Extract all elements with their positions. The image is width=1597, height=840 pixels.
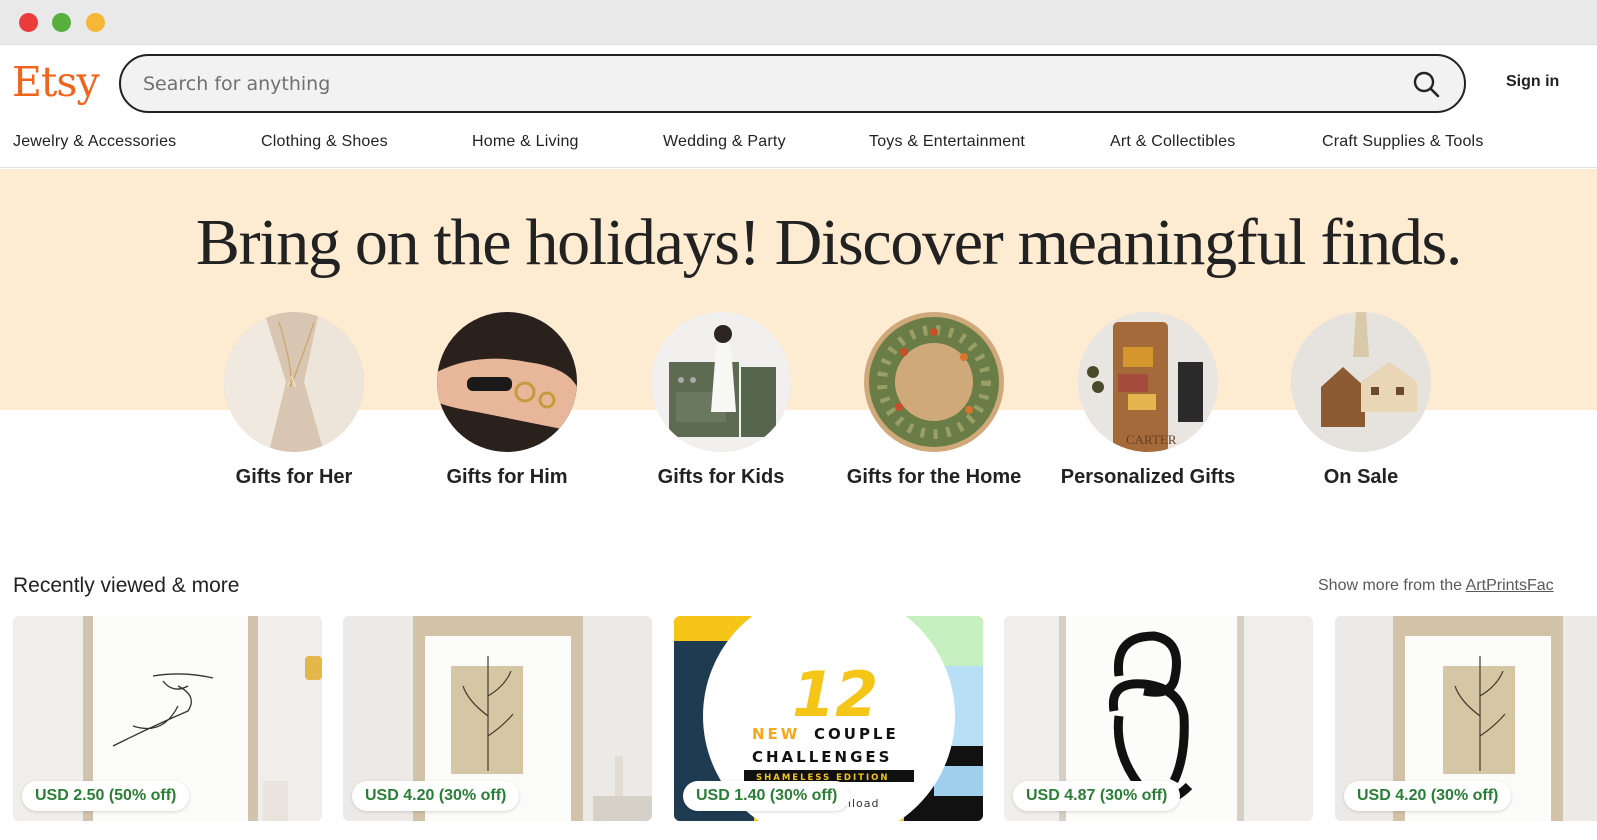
window-close-button[interactable] [19, 13, 38, 32]
badge-number: 12 [792, 658, 878, 731]
search-input[interactable] [143, 70, 1373, 98]
sign-in-link[interactable]: Sign in [1506, 73, 1559, 91]
window-titlebar [0, 0, 1597, 45]
listing-card[interactable]: USD 4.20 (30% off) [343, 616, 652, 821]
svg-text:A: A [286, 374, 298, 391]
price-badge: USD 1.40 (30% off) [683, 781, 851, 811]
hero-title: Bring on the holidays! Discover meaningf… [195, 206, 1463, 279]
window-maximize-button[interactable] [52, 13, 71, 32]
gifts-for-kids-image[interactable] [651, 312, 791, 452]
nav-item-toys[interactable]: Toys & Entertainment [869, 133, 1025, 151]
shop-link[interactable]: ArtPrintsFac [1466, 577, 1554, 594]
gifts-for-her-image[interactable]: A [224, 312, 364, 452]
listing-card[interactable]: USD 4.87 (30% off) [1004, 616, 1313, 821]
search-icon[interactable] [1412, 70, 1442, 100]
search-bar [119, 54, 1466, 113]
nav-item-wedding[interactable]: Wedding & Party [663, 133, 786, 151]
nav-item-craft[interactable]: Craft Supplies & Tools [1322, 133, 1484, 151]
gifts-for-kids-label[interactable]: Gifts for Kids [631, 465, 811, 490]
on-sale-image[interactable] [1291, 312, 1431, 452]
nav-item-clothing[interactable]: Clothing & Shoes [261, 133, 388, 151]
window-minimize-button[interactable] [86, 13, 105, 32]
price-badge: USD 4.20 (30% off) [1344, 781, 1512, 811]
gifts-for-the-home-image[interactable] [864, 312, 1004, 452]
personalized-gifts-image[interactable]: CARTER [1078, 312, 1218, 452]
personalized-gifts-label[interactable]: Personalized Gifts [1058, 465, 1238, 490]
nav-item-jewelry[interactable]: Jewelry & Accessories [13, 133, 176, 151]
badge-line1-b: COUPLE [814, 725, 899, 743]
gifts-for-him-image[interactable] [437, 312, 577, 452]
on-sale-label[interactable]: On Sale [1271, 465, 1451, 490]
show-more-prefix: Show more from the [1318, 577, 1466, 594]
listing-card[interactable]: 12 NEW COUPLE CHALLENGES SHAMELESS EDITI… [674, 616, 983, 821]
listing-card[interactable]: USD 4.20 (30% off) [1335, 616, 1597, 821]
show-more-text: Show more from the ArtPrintsFac [1318, 577, 1554, 595]
price-badge: USD 4.20 (30% off) [352, 781, 520, 811]
badge-line1-a: NEW [752, 725, 800, 743]
price-badge: USD 2.50 (50% off) [22, 781, 190, 811]
nav-item-art[interactable]: Art & Collectibles [1110, 133, 1235, 151]
nav-item-home-living[interactable]: Home & Living [472, 133, 579, 151]
gifts-for-the-home-label[interactable]: Gifts for the Home [844, 465, 1024, 490]
recently-viewed-title: Recently viewed & more [13, 574, 240, 597]
category-nav: Jewelry & Accessories Clothing & Shoes H… [0, 128, 1597, 168]
gifts-for-her-label[interactable]: Gifts for Her [204, 465, 384, 490]
price-badge: USD 4.87 (30% off) [1013, 781, 1181, 811]
etsy-logo[interactable]: Etsy [12, 57, 100, 107]
badge-line2: CHALLENGES [752, 748, 892, 766]
svg-text:CARTER: CARTER [1126, 432, 1177, 447]
gifts-for-him-label[interactable]: Gifts for Him [417, 465, 597, 490]
listing-card[interactable]: USD 2.50 (50% off) [13, 616, 322, 821]
